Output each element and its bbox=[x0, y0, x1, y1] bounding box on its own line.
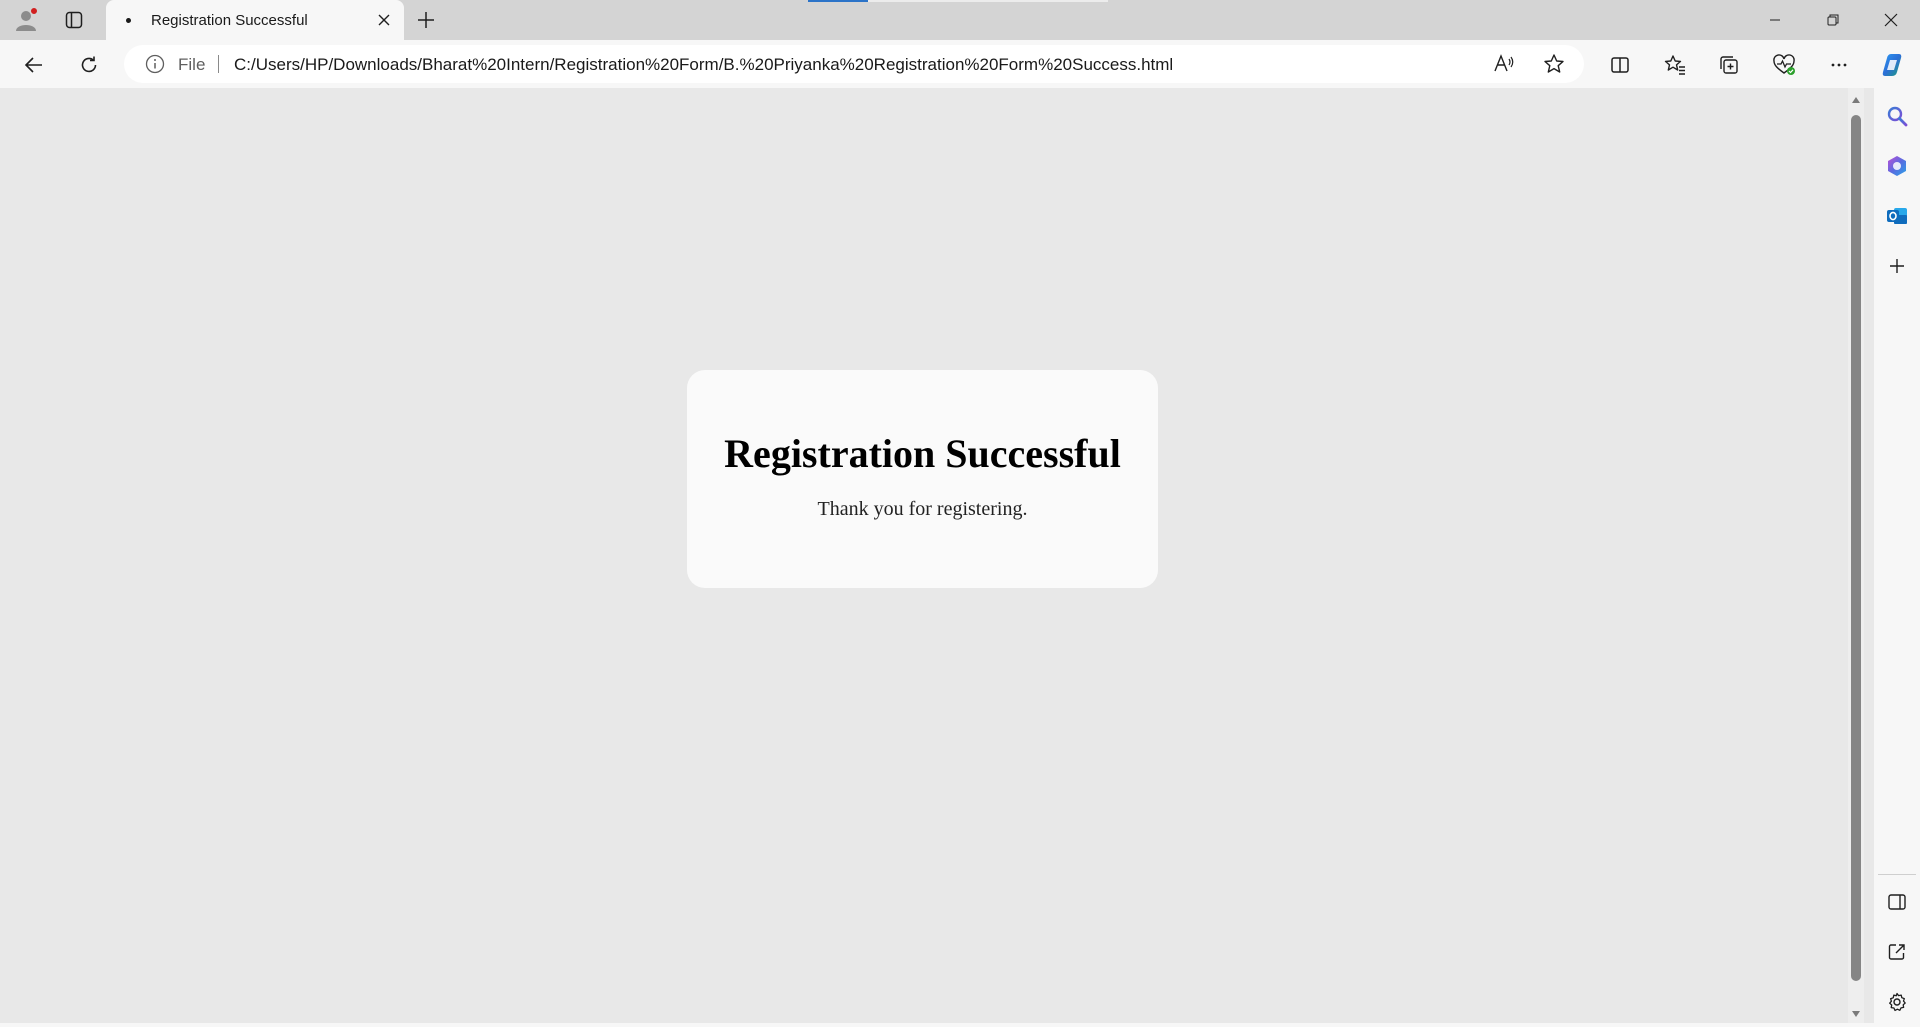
hide-sidebar-icon bbox=[1888, 894, 1906, 910]
tab-strip-indicator bbox=[808, 0, 1108, 2]
tab-favicon-dot bbox=[126, 17, 131, 23]
add-favorite-button[interactable] bbox=[1542, 52, 1566, 76]
navigation-toolbar: File C:/Users/HP/Downloads/Bharat%20Inte… bbox=[0, 40, 1920, 88]
tab-close-button[interactable] bbox=[370, 6, 398, 34]
window-close-icon bbox=[1884, 13, 1898, 27]
minimize-button[interactable] bbox=[1747, 0, 1803, 40]
copilot-button[interactable] bbox=[1876, 48, 1910, 82]
split-screen-button[interactable] bbox=[1603, 48, 1637, 82]
open-external-icon bbox=[1888, 944, 1905, 960]
refresh-icon bbox=[81, 56, 97, 73]
back-arrow-icon bbox=[24, 57, 42, 73]
search-icon bbox=[1887, 106, 1908, 127]
scroll-down-arrow-icon[interactable] bbox=[1851, 1009, 1861, 1019]
window-close-button[interactable] bbox=[1863, 0, 1919, 40]
sidebar-outlook-button[interactable] bbox=[1879, 198, 1915, 234]
back-button[interactable] bbox=[17, 48, 51, 82]
edge-sidebar bbox=[1874, 88, 1920, 1027]
restore-button[interactable] bbox=[1805, 0, 1861, 40]
sidebar-copilot-app-button[interactable] bbox=[1879, 148, 1915, 184]
tab-strip: Registration Successful bbox=[0, 0, 1920, 40]
refresh-button[interactable] bbox=[72, 48, 106, 82]
read-aloud-icon bbox=[1494, 54, 1514, 72]
scroll-up-arrow-icon[interactable] bbox=[1851, 95, 1861, 105]
scrollbar-thumb[interactable] bbox=[1851, 115, 1861, 981]
notification-badge bbox=[30, 7, 38, 15]
tab-title: Registration Successful bbox=[151, 11, 308, 29]
url-scheme-label: File bbox=[178, 55, 206, 74]
info-icon bbox=[145, 54, 165, 74]
success-message: Thank you for registering. bbox=[817, 498, 1028, 520]
split-screen-icon bbox=[1611, 57, 1629, 73]
profile-button[interactable] bbox=[11, 5, 41, 35]
copilot-icon bbox=[1882, 54, 1902, 76]
new-tab-button[interactable] bbox=[411, 6, 441, 34]
restore-icon bbox=[1827, 14, 1839, 26]
outlook-icon bbox=[1887, 208, 1907, 224]
site-info-button[interactable] bbox=[144, 53, 166, 75]
more-options-button[interactable] bbox=[1822, 48, 1856, 82]
tab-actions-icon bbox=[65, 11, 83, 29]
collections-icon bbox=[1720, 56, 1738, 74]
url-text[interactable]: C:/Users/HP/Downloads/Bharat%20Intern/Re… bbox=[234, 55, 1173, 75]
sidebar-divider bbox=[1878, 874, 1916, 875]
sidebar-add-button[interactable] bbox=[1879, 248, 1915, 284]
vertical-scrollbar[interactable] bbox=[1848, 88, 1864, 1023]
collections-button[interactable] bbox=[1712, 48, 1746, 82]
tab-actions-button[interactable] bbox=[60, 6, 88, 34]
browser-window: Registration Successful File C:/Users/HP… bbox=[0, 0, 1920, 1027]
sidebar-settings-button[interactable] bbox=[1879, 984, 1915, 1020]
favorites-button[interactable] bbox=[1658, 48, 1692, 82]
browser-essentials-button[interactable] bbox=[1767, 48, 1801, 82]
success-heading: Registration Successful bbox=[724, 431, 1121, 476]
settings-icon bbox=[1889, 992, 1906, 1012]
hide-sidebar-button[interactable] bbox=[1879, 884, 1915, 920]
close-icon bbox=[378, 14, 390, 26]
open-external-button[interactable] bbox=[1879, 934, 1915, 970]
address-bar[interactable]: File C:/Users/HP/Downloads/Bharat%20Inte… bbox=[124, 45, 1584, 83]
read-aloud-button[interactable] bbox=[1492, 52, 1516, 76]
active-tab[interactable]: Registration Successful bbox=[106, 0, 404, 40]
browser-essentials-icon bbox=[1773, 54, 1795, 75]
more-options-icon bbox=[1831, 63, 1847, 67]
add-icon bbox=[1890, 259, 1904, 273]
favorites-icon bbox=[1664, 55, 1685, 75]
favorite-star-icon bbox=[1544, 54, 1564, 73]
minimize-icon bbox=[1770, 19, 1780, 21]
sidebar-search-button[interactable] bbox=[1879, 98, 1915, 134]
address-separator bbox=[218, 55, 219, 73]
copilot-app-icon bbox=[1888, 156, 1906, 176]
plus-icon bbox=[418, 12, 434, 28]
success-card: Registration Successful Thank you for re… bbox=[687, 370, 1158, 588]
window-bottom-edge bbox=[0, 1023, 1874, 1027]
